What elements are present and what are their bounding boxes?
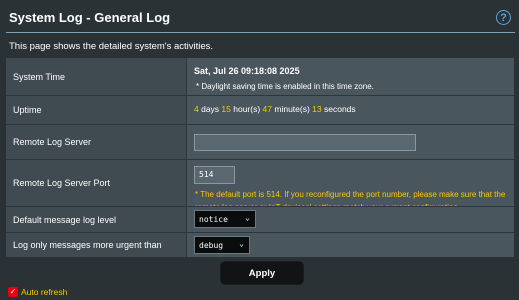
uptime-days-unit: days xyxy=(198,104,222,114)
uptime-hours-unit: hour(s) xyxy=(230,104,263,114)
row-remote-port: Remote Log Server Port 514 * The default… xyxy=(6,159,514,212)
checkmark-icon[interactable]: ✓ xyxy=(8,287,18,297)
page-header: System Log - General Log ? xyxy=(0,0,519,34)
uptime-seconds: 13 xyxy=(312,104,322,114)
uptime-value: 4 days 15 hour(s) 47 minute(s) 13 second… xyxy=(194,104,356,114)
uptime-hours: 15 xyxy=(221,104,231,114)
row-system-time: System Time Sat, Jul 26 09:18:08 2025 * … xyxy=(6,58,514,95)
uptime-minutes: 47 xyxy=(262,104,273,114)
header-divider xyxy=(6,32,515,33)
remote-port-cell: 514 * The default port is 514. If you re… xyxy=(186,160,514,212)
default-level-cell: notice ⌄ xyxy=(186,207,514,232)
system-time-cell: Sat, Jul 26 09:18:08 2025 * Daylight sav… xyxy=(186,58,514,95)
urgent-level-select[interactable]: debug ⌄ xyxy=(194,236,250,254)
default-level-value: notice xyxy=(199,214,228,224)
apply-button[interactable]: Apply xyxy=(220,261,304,285)
row-uptime: Uptime 4 days 15 hour(s) 47 minute(s) 13… xyxy=(6,95,514,124)
urgent-level-value: debug xyxy=(199,240,224,250)
settings-table: System Time Sat, Jul 26 09:18:08 2025 * … xyxy=(6,58,514,257)
row-default-level: Default message log level notice ⌄ xyxy=(6,206,514,232)
row-remote-server: Remote Log Server xyxy=(6,124,514,159)
chevron-down-icon: ⌄ xyxy=(239,239,244,248)
remote-server-input[interactable] xyxy=(194,134,416,151)
uptime-minutes-unit: minute(s) xyxy=(272,104,313,114)
urgent-level-label: Log only messages more urgent than xyxy=(6,233,186,257)
uptime-seconds-unit: seconds xyxy=(321,104,356,114)
page-description: This page shows the detailed system's ac… xyxy=(9,41,214,52)
system-log-page: System Log - General Log ? This page sho… xyxy=(0,0,519,300)
remote-port-input[interactable]: 514 xyxy=(194,166,235,184)
uptime-label: Uptime xyxy=(6,96,186,124)
help-icon[interactable]: ? xyxy=(496,10,511,25)
dst-note: * Daylight saving time is enabled in thi… xyxy=(196,82,374,91)
row-urgent-level: Log only messages more urgent than debug… xyxy=(6,232,514,257)
remote-server-label: Remote Log Server xyxy=(6,125,186,159)
urgent-level-cell: debug ⌄ xyxy=(186,233,514,257)
auto-refresh-label[interactable]: Auto refresh xyxy=(21,287,67,297)
system-time-value: Sat, Jul 26 09:18:08 2025 xyxy=(194,66,300,76)
uptime-cell: 4 days 15 hour(s) 47 minute(s) 13 second… xyxy=(186,96,514,124)
page-title: System Log - General Log xyxy=(9,10,171,25)
default-level-label: Default message log level xyxy=(6,207,186,232)
system-time-label: System Time xyxy=(6,58,186,95)
chevron-down-icon: ⌄ xyxy=(245,213,250,222)
auto-refresh-toggle[interactable]: ✓ Auto refresh xyxy=(8,286,67,298)
remote-port-label: Remote Log Server Port xyxy=(6,160,186,206)
default-level-select[interactable]: notice ⌄ xyxy=(194,210,256,228)
remote-server-cell xyxy=(186,125,514,159)
